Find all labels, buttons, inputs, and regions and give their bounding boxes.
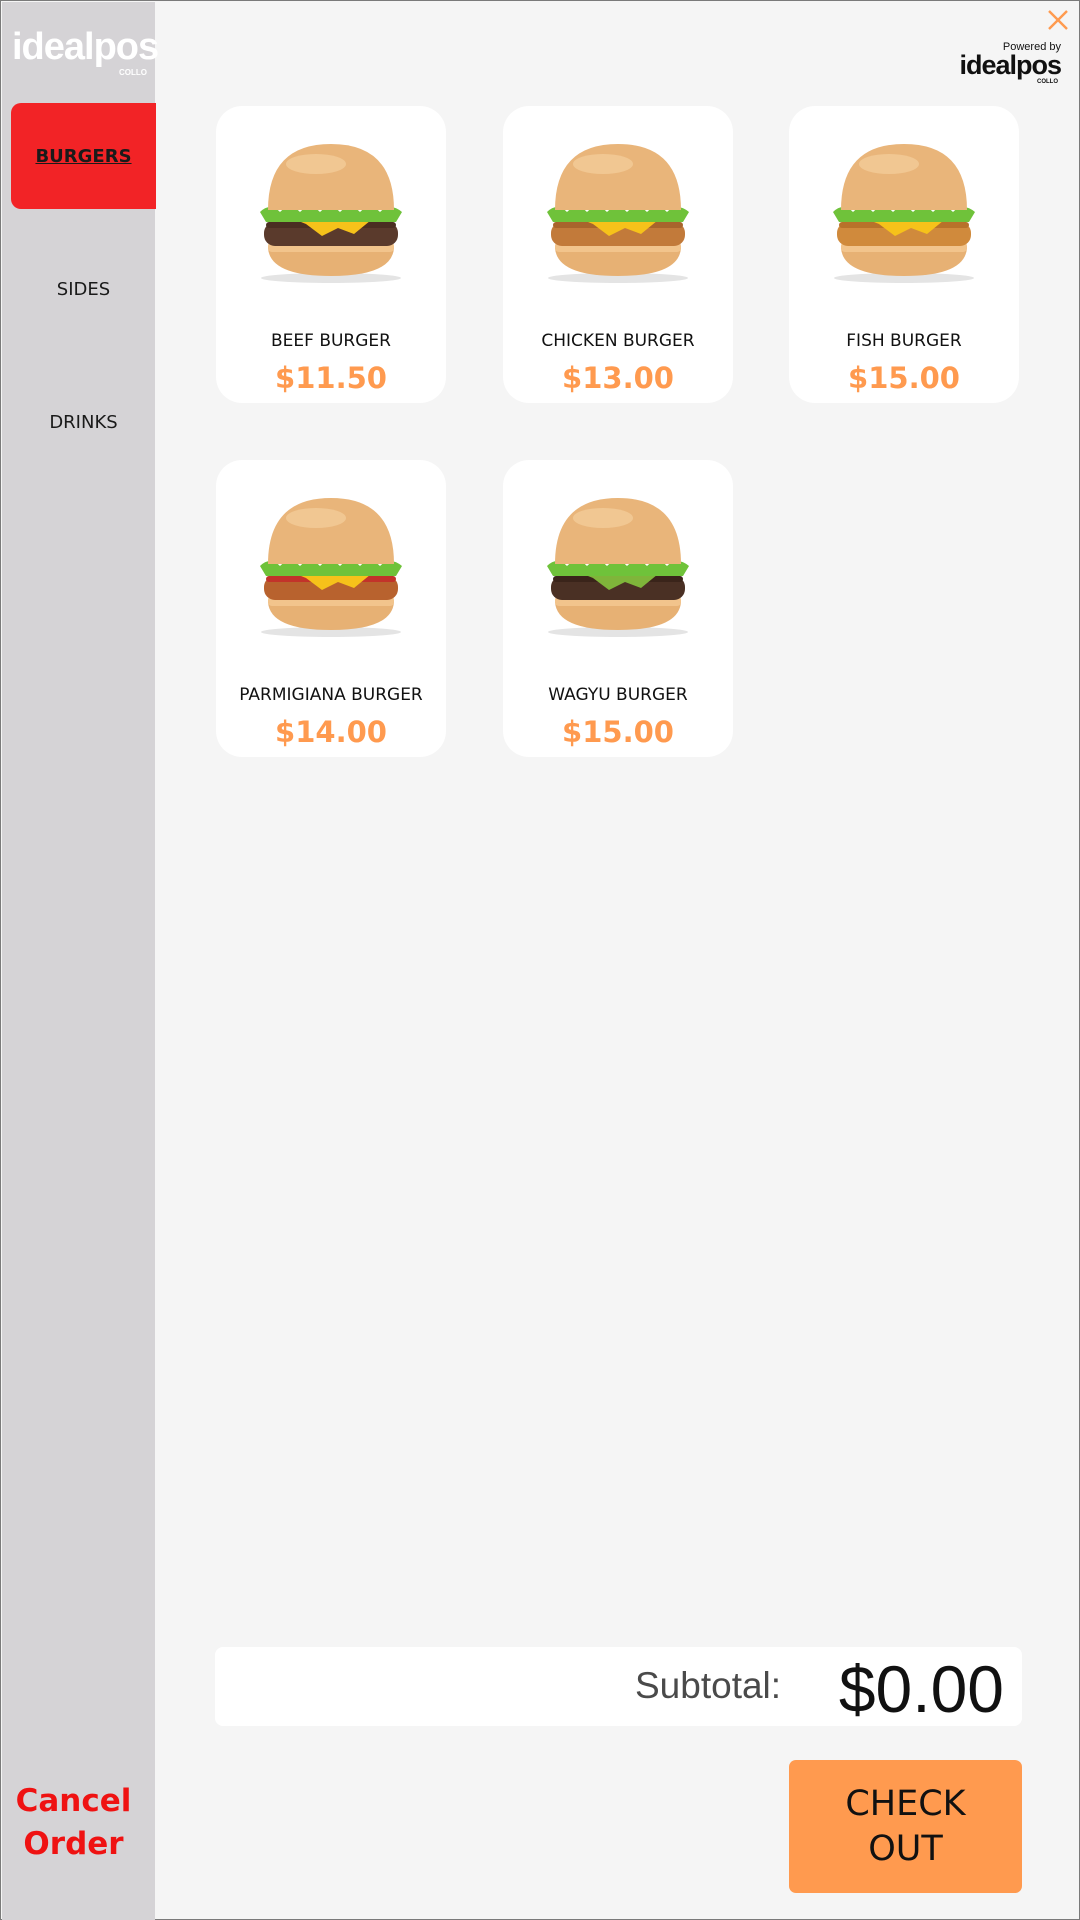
category-label: SIDES xyxy=(56,278,111,300)
parmigiana-burger-image xyxy=(260,498,402,637)
beef-burger-image xyxy=(260,144,402,283)
cancel-order-line2: Order xyxy=(23,1826,124,1862)
powered-by-logo: idealpos xyxy=(959,50,1062,80)
product-price: $15.00 xyxy=(562,715,674,749)
category-sidebar: idealpos COLLO BURGERS SIDES DRINKS Canc… xyxy=(2,2,159,1920)
checkout-line1: CHECK xyxy=(845,1783,966,1824)
category-drinks[interactable]: DRINKS xyxy=(11,369,156,475)
product-name: WAGYU BURGER xyxy=(548,685,688,705)
checkout-line2: OUT xyxy=(868,1828,943,1869)
product-card-parmigiana-burger[interactable]: PARMIGIANA BURGER $14.00 xyxy=(216,460,446,757)
fish-burger-image xyxy=(833,144,975,283)
product-price: $13.00 xyxy=(562,361,674,395)
category-label: BURGERS xyxy=(35,145,132,167)
product-name: BEEF BURGER xyxy=(271,331,391,351)
product-price: $15.00 xyxy=(848,361,960,395)
category-sides[interactable]: SIDES xyxy=(11,236,156,342)
checkout-button[interactable]: CHECK OUT xyxy=(789,1760,1022,1893)
wagyu-burger-image xyxy=(547,498,689,637)
product-name: FISH BURGER xyxy=(846,331,962,351)
chicken-burger-image xyxy=(547,144,689,283)
close-icon[interactable] xyxy=(1044,6,1072,34)
subtotal-bar: Subtotal: $0.00 xyxy=(215,1647,1022,1726)
subtotal-value: $0.00 xyxy=(838,1652,1004,1726)
product-card-beef-burger[interactable]: BEEF BURGER $11.50 xyxy=(216,106,446,403)
brand-logo-sub: COLLO xyxy=(119,68,147,77)
subtotal-label: Subtotal: xyxy=(635,1665,782,1706)
product-name: PARMIGIANA BURGER xyxy=(239,685,423,705)
product-card-wagyu-burger[interactable]: WAGYU BURGER $15.00 xyxy=(503,460,733,757)
cancel-order-button[interactable]: Cancel Order xyxy=(2,1780,145,1866)
category-burgers[interactable]: BURGERS xyxy=(11,103,156,209)
product-card-fish-burger[interactable]: FISH BURGER $15.00 xyxy=(789,106,1019,403)
product-card-chicken-burger[interactable]: CHICKEN BURGER $13.00 xyxy=(503,106,733,403)
powered-by-logo-sub: COLLO xyxy=(1037,79,1058,85)
product-price: $11.50 xyxy=(275,361,387,395)
cancel-order-line1: Cancel xyxy=(15,1783,132,1819)
product-price: $14.00 xyxy=(275,715,387,749)
kiosk-window: idealpos COLLO BURGERS SIDES DRINKS Canc… xyxy=(0,0,1080,1920)
product-name: CHICKEN BURGER xyxy=(541,331,695,351)
brand-logo: idealpos xyxy=(12,26,159,68)
category-label: DRINKS xyxy=(49,411,118,433)
